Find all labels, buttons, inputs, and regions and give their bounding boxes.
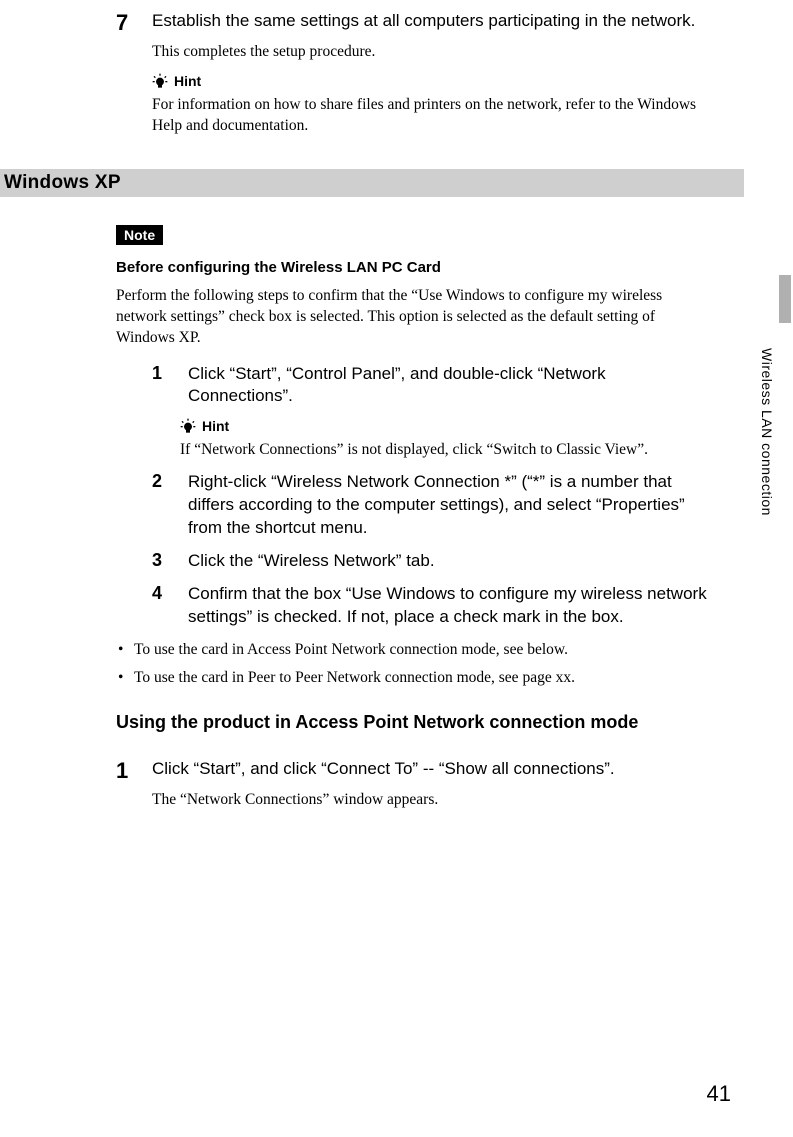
hint-row: Hint bbox=[180, 418, 713, 434]
step-text: Confirm that the box “Use Windows to con… bbox=[188, 583, 713, 629]
step-text: Establish the same settings at all compu… bbox=[152, 10, 713, 36]
hint-label: Hint bbox=[174, 73, 201, 89]
hint-label: Hint bbox=[202, 418, 229, 434]
side-tab-label: Wireless LAN connection bbox=[759, 348, 775, 516]
steps-list: 1 Click “Start”, “Control Panel”, and do… bbox=[152, 363, 713, 629]
section-heading-bar: Windows XP bbox=[0, 169, 744, 197]
step-3: 3 Click the “Wireless Network” tab. bbox=[152, 550, 713, 573]
side-tab: Wireless LAN connection bbox=[731, 290, 753, 520]
bottom-step-after: The “Network Connections” window appears… bbox=[152, 790, 713, 811]
step-1: 1 Click “Start”, “Control Panel”, and do… bbox=[152, 363, 713, 409]
hint-body: If “Network Connections” is not displaye… bbox=[180, 440, 713, 461]
step-number: 7 bbox=[116, 10, 152, 36]
step-7-after-wrap: This completes the setup procedure. Hint bbox=[152, 42, 713, 137]
hint-icon bbox=[152, 73, 168, 89]
page-number: 41 bbox=[707, 1081, 731, 1107]
step-7: 7 Establish the same settings at all com… bbox=[116, 10, 713, 36]
step-number: 1 bbox=[116, 758, 152, 784]
step-2: 2 Right-click “Wireless Network Connecti… bbox=[152, 471, 713, 540]
side-tab-bar bbox=[779, 275, 791, 323]
bullet-item: To use the card in Peer to Peer Network … bbox=[116, 669, 713, 687]
bullet-item: To use the card in Access Point Network … bbox=[116, 641, 713, 659]
step-number: 2 bbox=[152, 471, 188, 540]
note-body: Perform the following steps to confirm t… bbox=[116, 286, 713, 349]
hint-row: Hint bbox=[152, 73, 713, 89]
step-7-block: 7 Establish the same settings at all com… bbox=[116, 10, 713, 137]
note-title: Before configuring the Wireless LAN PC C… bbox=[116, 259, 713, 276]
page: Wireless LAN connection 7 Establish the … bbox=[0, 0, 793, 1137]
note-badge: Note bbox=[116, 225, 163, 245]
hint-body: For information on how to share files an… bbox=[152, 95, 713, 137]
hint-icon bbox=[180, 418, 196, 434]
bullet-list: To use the card in Access Point Network … bbox=[116, 641, 713, 687]
step-text: Click “Start”, “Control Panel”, and doub… bbox=[188, 363, 713, 409]
step-4: 4 Confirm that the box “Use Windows to c… bbox=[152, 583, 713, 629]
step-text: Right-click “Wireless Network Connection… bbox=[188, 471, 713, 540]
step-7-after: This completes the setup procedure. bbox=[152, 42, 713, 63]
note-block: Note Before configuring the Wireless LAN… bbox=[116, 225, 713, 812]
step-number: 4 bbox=[152, 583, 188, 629]
step-number: 3 bbox=[152, 550, 188, 573]
step-text: Click the “Wireless Network” tab. bbox=[188, 550, 713, 573]
step-number: 1 bbox=[152, 363, 188, 409]
bottom-step-1: 1 Click “Start”, and click “Connect To” … bbox=[116, 758, 713, 784]
subheading: Using the product in Access Point Networ… bbox=[116, 711, 713, 734]
step-1-hint-wrap: Hint If “Network Connections” is not dis… bbox=[180, 418, 713, 461]
step-text: Click “Start”, and click “Connect To” --… bbox=[152, 758, 713, 784]
